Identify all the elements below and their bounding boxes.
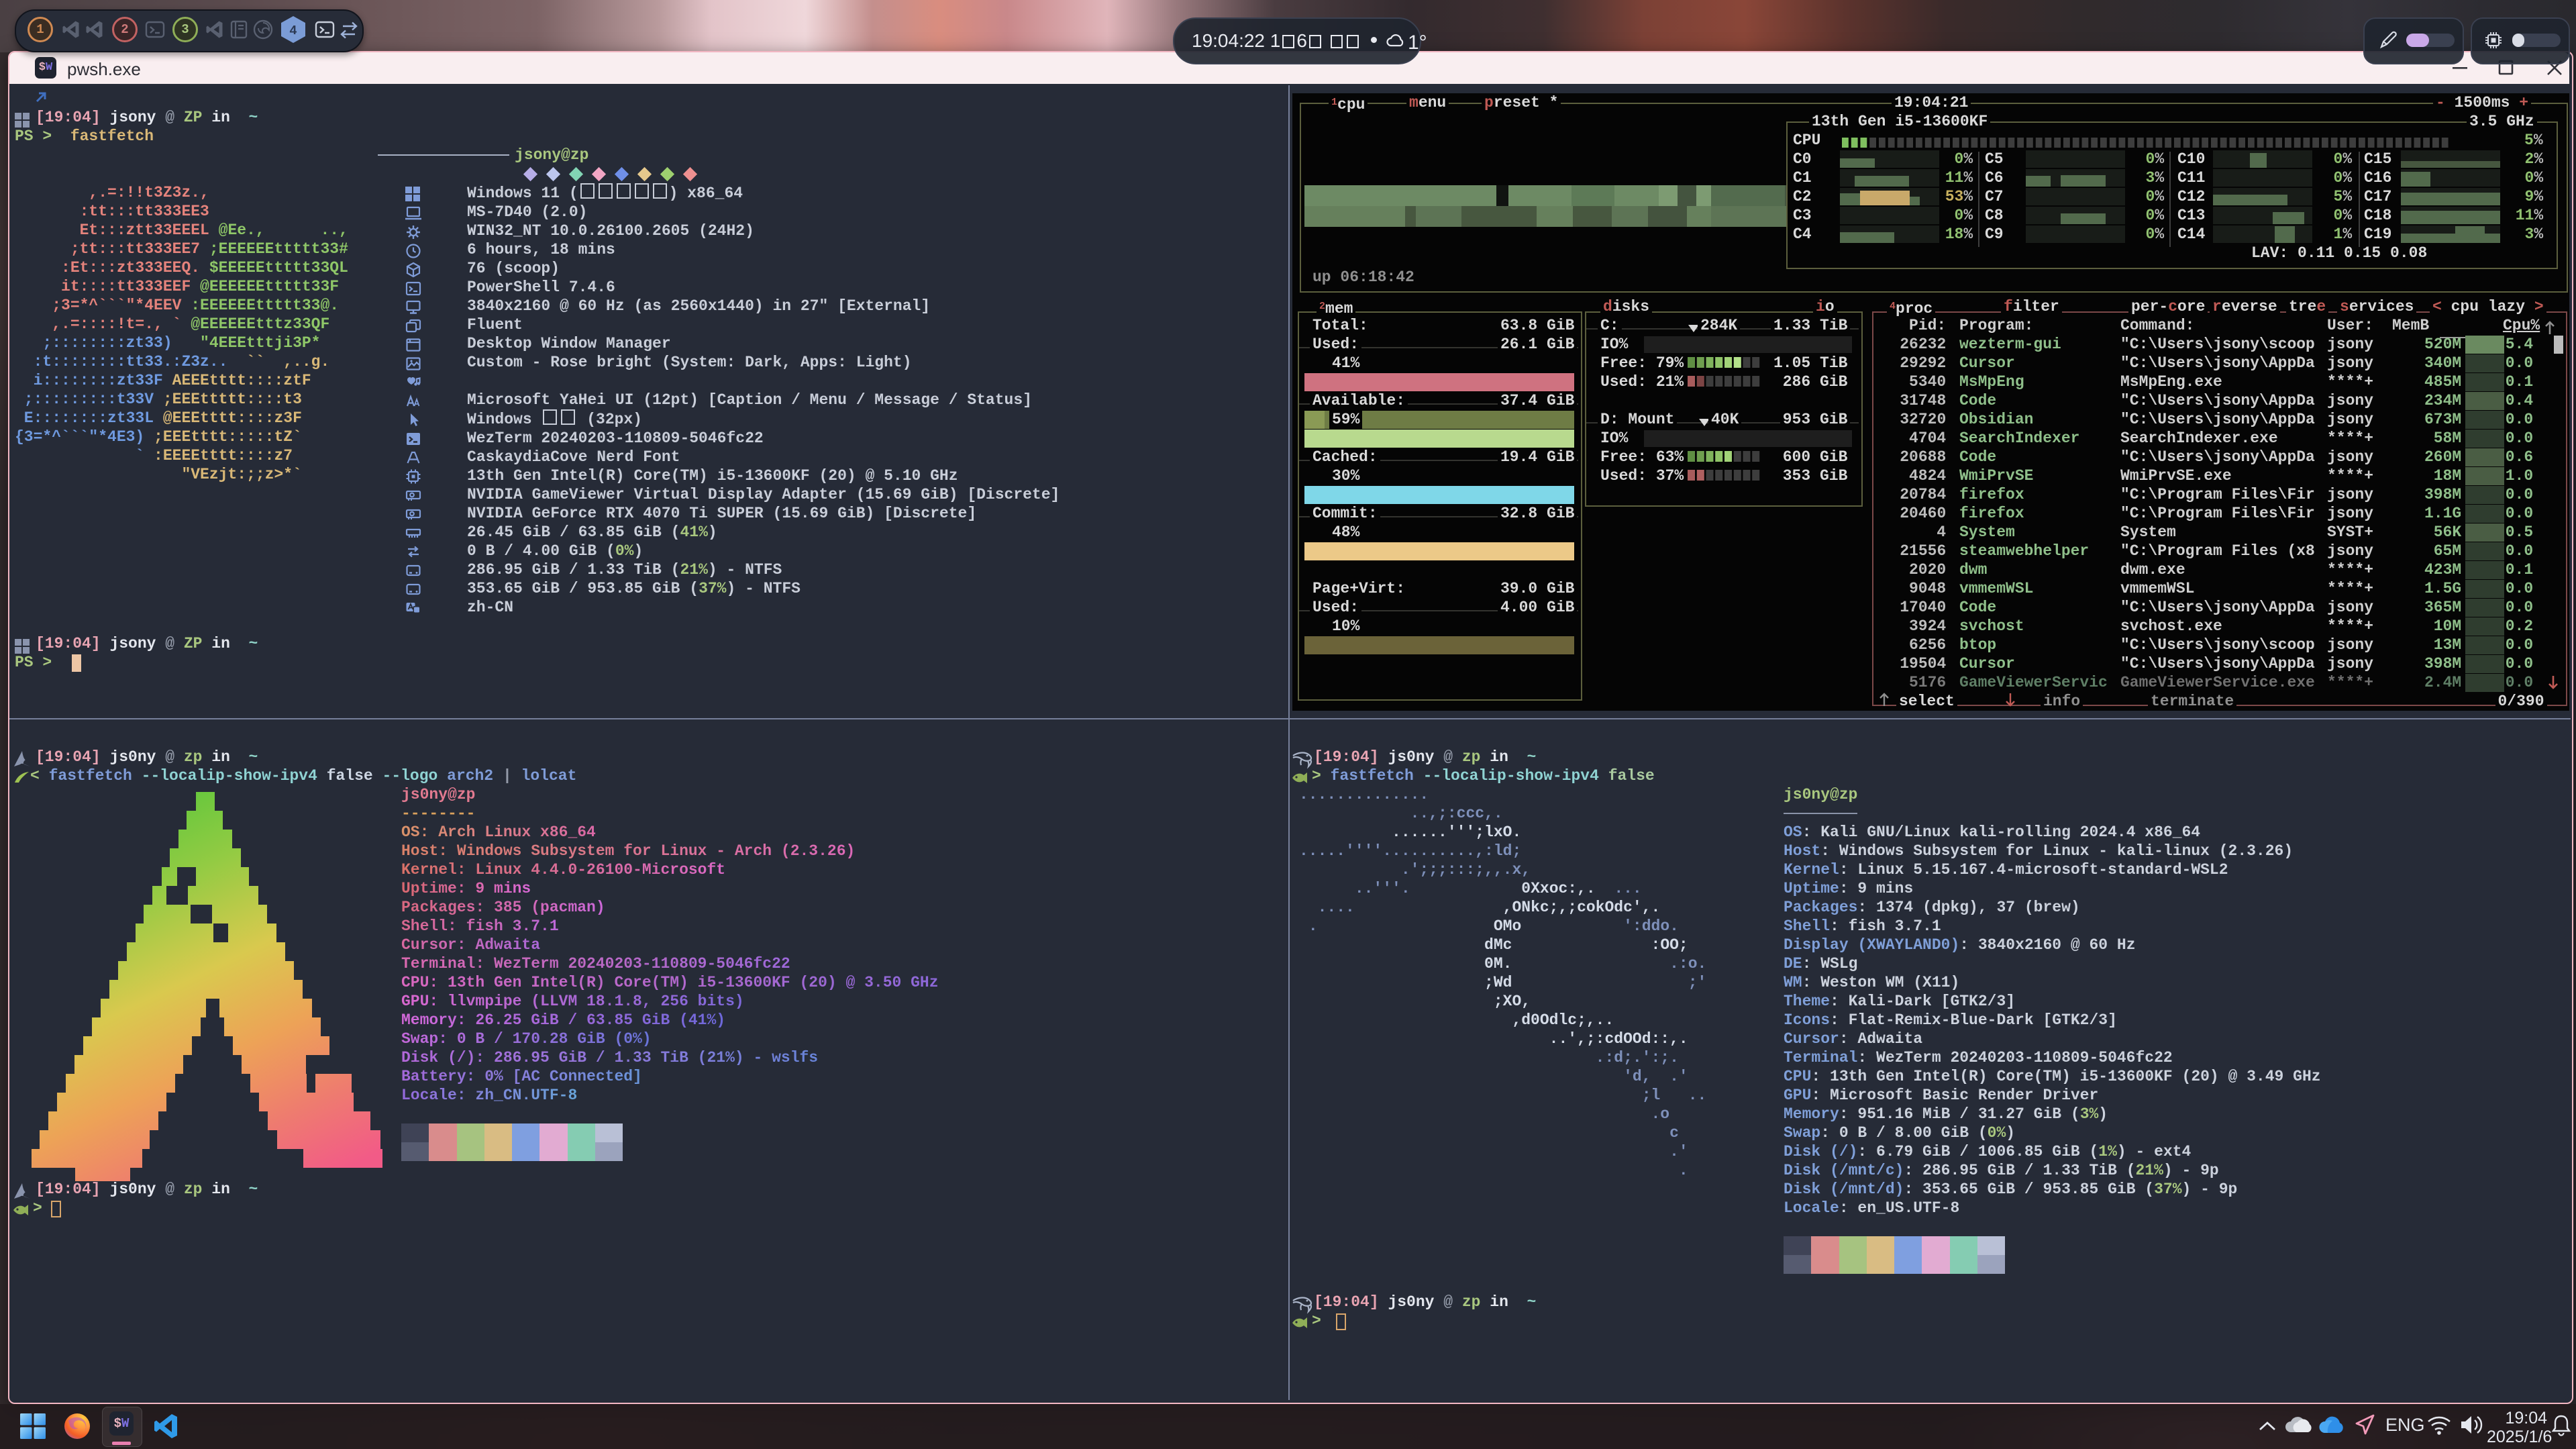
svg-text:4: 4 — [289, 23, 297, 38]
